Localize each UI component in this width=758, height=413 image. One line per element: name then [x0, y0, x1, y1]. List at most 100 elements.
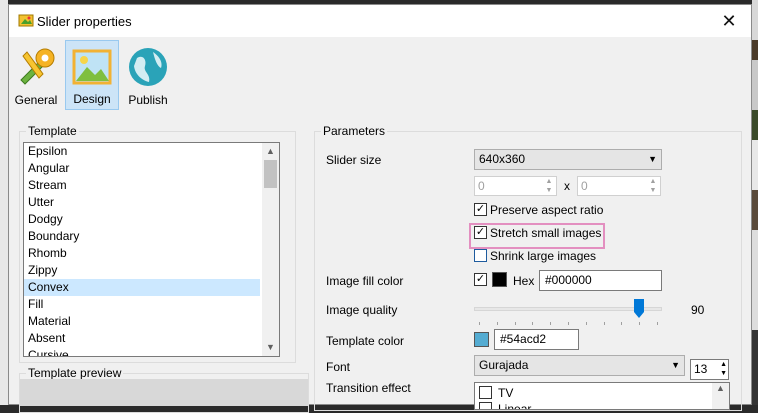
chevron-down-icon: ▼ — [648, 154, 657, 164]
scroll-thumb[interactable] — [264, 160, 277, 188]
checkmark-icon: ✓ — [475, 226, 486, 238]
spin-arrows-icon[interactable]: ▲ ▼ — [720, 360, 727, 378]
template-list-item[interactable]: Absent — [24, 330, 260, 347]
slider-tick — [621, 322, 623, 325]
scroll-down-icon[interactable]: ▼ — [262, 339, 279, 356]
spin-arrows-icon[interactable]: ▲ ▼ — [542, 177, 556, 195]
close-icon: ✕ — [721, 10, 737, 31]
font-size-spinner[interactable]: 13 ▲ ▼ — [690, 359, 729, 380]
template-list-item[interactable]: Fill — [24, 296, 260, 313]
template-list-item[interactable]: Zippy — [24, 262, 260, 279]
tools-icon — [20, 48, 55, 85]
font-size-value: 13 — [694, 362, 708, 376]
spin-arrows-icon[interactable]: ▲ ▼ — [646, 177, 660, 195]
fill-color-swatch[interactable] — [492, 272, 507, 287]
checkmark-icon: ✓ — [475, 273, 486, 285]
preserve-aspect-label: Preserve aspect ratio — [490, 203, 604, 217]
font-select[interactable]: Gurajada ▼ — [474, 355, 685, 376]
fill-color-checkbox[interactable]: ✓ — [474, 273, 487, 286]
stretch-small-label: Stretch small images — [490, 226, 602, 240]
preserve-aspect-checkbox[interactable]: ✓ — [474, 203, 487, 216]
background-left — [0, 0, 8, 405]
template-list-item[interactable]: Stream — [24, 177, 260, 194]
width-spinner[interactable]: 0 ▲ ▼ — [474, 176, 557, 196]
template-preview-title: Template preview — [26, 366, 124, 380]
scroll-up-icon[interactable]: ▲ — [262, 143, 279, 160]
quality-slider-thumb[interactable] — [634, 299, 645, 318]
template-list-item[interactable]: Epsilon — [24, 143, 260, 160]
fill-color-label: Image fill color — [326, 274, 404, 288]
template-list-item[interactable]: Material — [24, 313, 260, 330]
template-list-item[interactable]: Cursive — [24, 347, 260, 356]
picture-icon — [72, 49, 112, 85]
width-value: 0 — [478, 179, 485, 193]
transition-checkbox[interactable] — [479, 386, 492, 399]
slider-tick — [639, 322, 641, 325]
app-icon — [18, 14, 34, 27]
template-color-input[interactable]: #54acd2 — [494, 329, 579, 350]
tab-publish[interactable]: Publish — [121, 40, 175, 110]
template-list-item[interactable]: Utter — [24, 194, 260, 211]
stretch-small-checkbox[interactable]: ✓ — [474, 226, 487, 239]
slider-tick — [532, 322, 534, 325]
slider-tick — [496, 322, 498, 325]
slider-tick — [550, 322, 552, 325]
image-quality-label: Image quality — [326, 303, 398, 317]
template-color-value: #54acd2 — [500, 332, 547, 346]
slider-size-select[interactable]: 640x360 ▼ — [474, 149, 662, 170]
transition-item[interactable]: Linear — [475, 401, 729, 410]
toolbar: General Design Publish — [9, 37, 751, 113]
template-list-item[interactable]: Dodgy — [24, 211, 260, 228]
template-list-item[interactable]: Angular — [24, 160, 260, 177]
close-button[interactable]: ✕ — [707, 5, 751, 37]
slider-size-label: Slider size — [326, 153, 382, 167]
slider-tick — [568, 322, 569, 325]
size-separator: x — [564, 179, 570, 193]
transition-list[interactable]: TV Linear ▲ — [474, 382, 730, 410]
template-color-label: Template color — [326, 334, 405, 348]
template-preview-area — [20, 379, 308, 406]
slider-tick — [479, 322, 480, 325]
template-group-title: Template — [26, 124, 79, 138]
hex-value: #000000 — [545, 273, 592, 287]
slider-tick — [657, 322, 658, 325]
slider-size-value: 640x360 — [479, 152, 526, 166]
height-spinner[interactable]: 0 ▲ ▼ — [577, 176, 661, 196]
slider-tick — [514, 322, 516, 325]
title-bar: Slider properties ✕ — [9, 5, 751, 37]
checkmark-icon: ✓ — [475, 203, 486, 215]
slider-tick — [585, 322, 587, 325]
window-title: Slider properties — [37, 14, 132, 29]
transition-label: Linear — [498, 402, 532, 410]
template-list[interactable]: Epsilon Angular Stream Utter Dodgy Boundary Rh… — [23, 142, 280, 357]
template-color-swatch[interactable] — [474, 332, 489, 347]
slider-properties-dialog: Slider properties ✕ General Design Publi… — [8, 4, 752, 413]
shrink-large-label: Shrink large images — [490, 249, 597, 263]
slider-tick — [603, 322, 605, 325]
globe-icon — [129, 48, 167, 86]
template-list-item[interactable]: Convex — [24, 279, 260, 296]
height-value: 0 — [581, 179, 588, 193]
font-label: Font — [326, 360, 351, 374]
font-value: Gurajada — [479, 358, 529, 372]
template-list-scrollbar[interactable]: ▲ ▼ — [262, 143, 279, 356]
template-list-item[interactable]: Rhomb — [24, 245, 260, 262]
chevron-down-icon: ▼ — [671, 360, 680, 370]
tab-publish-label: Publish — [128, 93, 168, 107]
transition-label: TV — [498, 386, 514, 400]
background-right — [752, 0, 758, 405]
template-list-item[interactable]: Boundary — [24, 228, 260, 245]
transition-scrollbar[interactable]: ▲ — [712, 383, 729, 409]
shrink-large-checkbox[interactable] — [474, 249, 487, 262]
quality-value: 90 — [691, 303, 705, 317]
transition-checkbox[interactable] — [479, 402, 492, 409]
transition-effect-label: Transition effect — [326, 381, 411, 395]
hex-input[interactable]: #000000 — [539, 270, 662, 291]
tab-general[interactable]: General — [9, 40, 63, 110]
tab-design-label: Design — [73, 92, 111, 106]
hex-label: Hex — [513, 274, 535, 288]
tab-general-label: General — [14, 93, 58, 107]
transition-item[interactable]: TV — [475, 383, 729, 401]
tab-design[interactable]: Design — [65, 40, 119, 110]
parameters-group-title: Parameters — [321, 124, 388, 138]
